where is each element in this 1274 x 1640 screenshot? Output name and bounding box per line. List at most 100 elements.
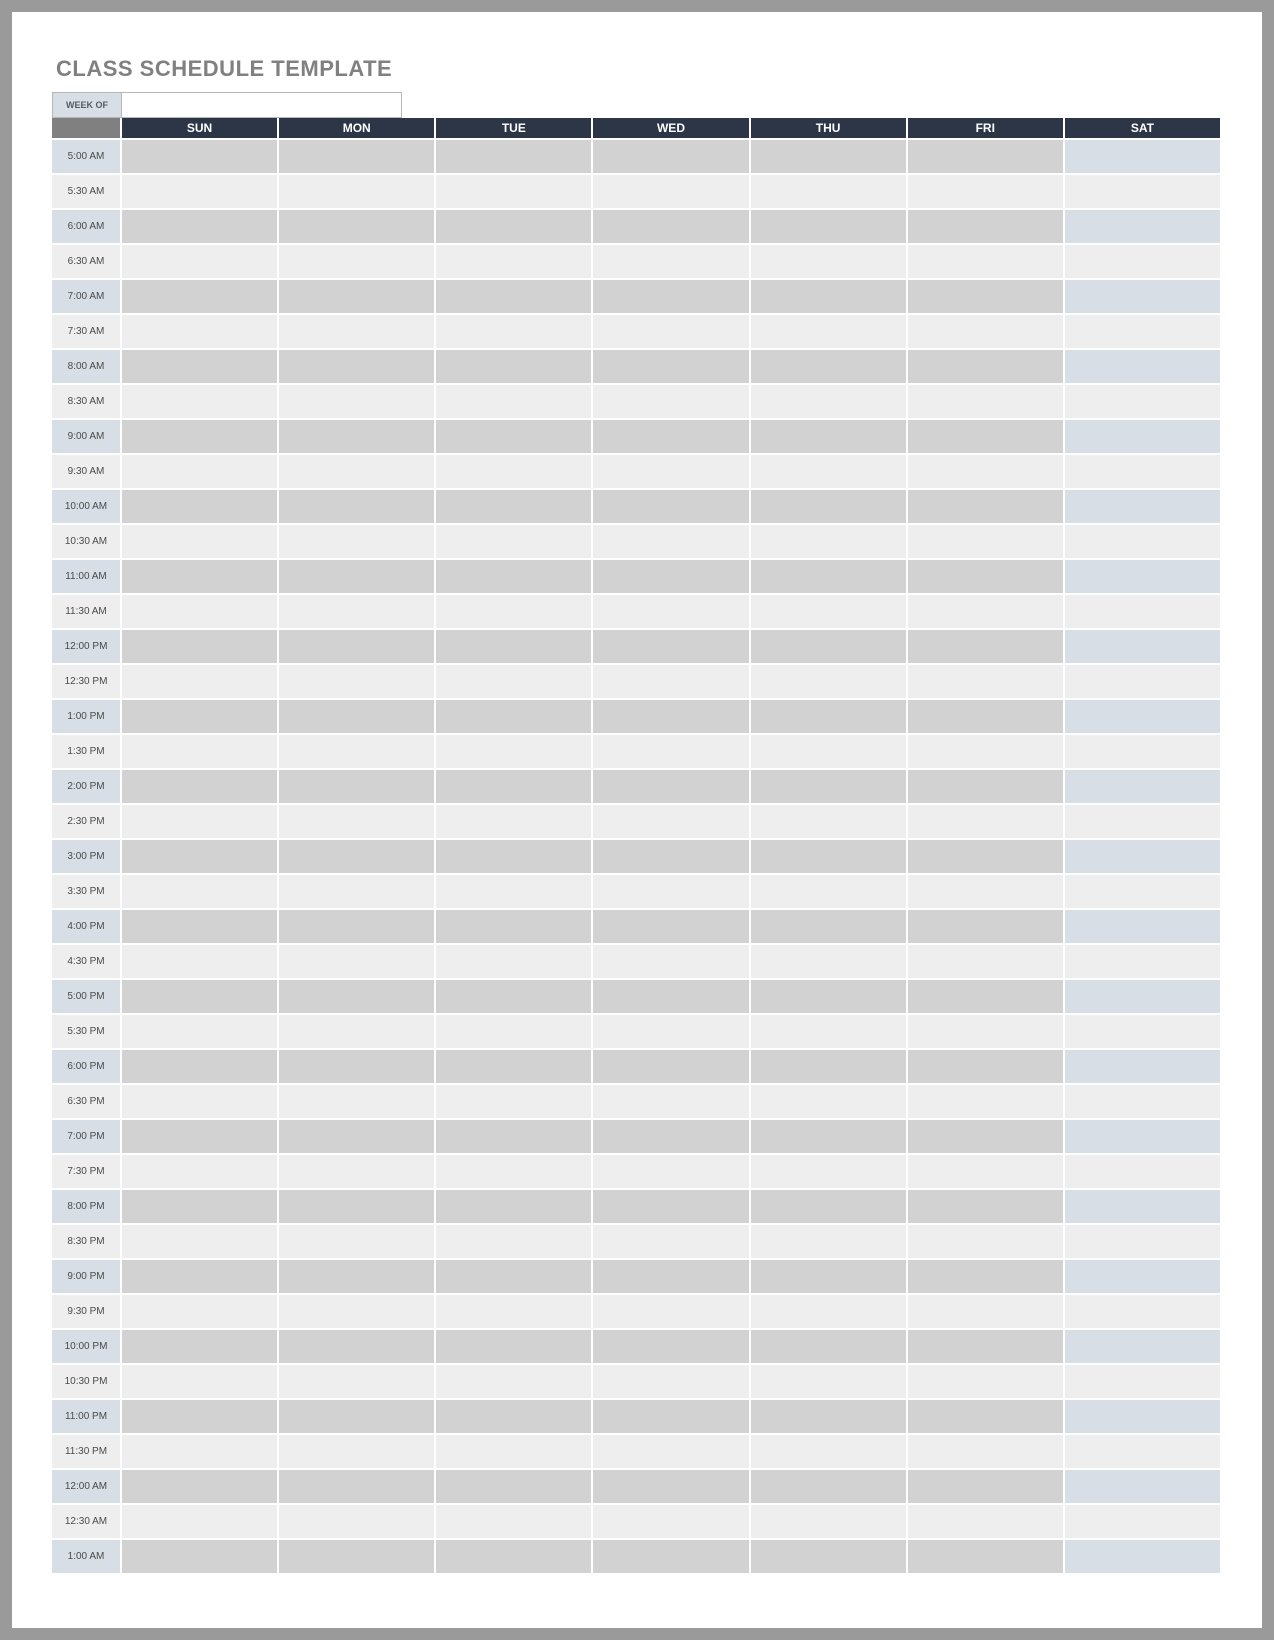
schedule-cell[interactable]: [751, 1225, 908, 1260]
schedule-cell[interactable]: [908, 1190, 1065, 1225]
schedule-cell[interactable]: [751, 490, 908, 525]
schedule-cell[interactable]: [593, 1365, 750, 1400]
schedule-cell[interactable]: [122, 595, 279, 630]
schedule-cell[interactable]: [593, 455, 750, 490]
schedule-cell[interactable]: [122, 1365, 279, 1400]
schedule-cell[interactable]: [122, 140, 279, 175]
schedule-cell[interactable]: [751, 770, 908, 805]
schedule-cell[interactable]: [908, 770, 1065, 805]
schedule-cell[interactable]: [436, 245, 593, 280]
schedule-cell[interactable]: [122, 770, 279, 805]
schedule-cell[interactable]: [279, 420, 436, 455]
schedule-cell[interactable]: [122, 1470, 279, 1505]
schedule-cell[interactable]: [908, 1330, 1065, 1365]
schedule-cell[interactable]: [1065, 1400, 1222, 1435]
schedule-cell[interactable]: [593, 770, 750, 805]
schedule-cell[interactable]: [908, 350, 1065, 385]
schedule-cell[interactable]: [122, 630, 279, 665]
schedule-cell[interactable]: [751, 735, 908, 770]
schedule-cell[interactable]: [751, 1540, 908, 1575]
schedule-cell[interactable]: [908, 595, 1065, 630]
schedule-cell[interactable]: [908, 1120, 1065, 1155]
schedule-cell[interactable]: [436, 945, 593, 980]
schedule-cell[interactable]: [1065, 1505, 1222, 1540]
schedule-cell[interactable]: [908, 700, 1065, 735]
schedule-cell[interactable]: [436, 385, 593, 420]
schedule-cell[interactable]: [593, 1050, 750, 1085]
schedule-cell[interactable]: [122, 1400, 279, 1435]
schedule-cell[interactable]: [279, 1120, 436, 1155]
schedule-cell[interactable]: [436, 1085, 593, 1120]
schedule-cell[interactable]: [122, 1295, 279, 1330]
schedule-cell[interactable]: [436, 490, 593, 525]
schedule-cell[interactable]: [279, 560, 436, 595]
schedule-cell[interactable]: [122, 560, 279, 595]
schedule-cell[interactable]: [908, 1085, 1065, 1120]
schedule-cell[interactable]: [908, 1365, 1065, 1400]
schedule-cell[interactable]: [1065, 175, 1222, 210]
schedule-cell[interactable]: [279, 245, 436, 280]
schedule-cell[interactable]: [279, 1400, 436, 1435]
schedule-cell[interactable]: [751, 840, 908, 875]
schedule-cell[interactable]: [279, 1470, 436, 1505]
schedule-cell[interactable]: [436, 140, 593, 175]
schedule-cell[interactable]: [908, 210, 1065, 245]
schedule-cell[interactable]: [279, 350, 436, 385]
schedule-cell[interactable]: [1065, 315, 1222, 350]
schedule-cell[interactable]: [593, 140, 750, 175]
schedule-cell[interactable]: [1065, 140, 1222, 175]
schedule-cell[interactable]: [436, 665, 593, 700]
schedule-cell[interactable]: [751, 630, 908, 665]
schedule-cell[interactable]: [122, 525, 279, 560]
schedule-cell[interactable]: [279, 700, 436, 735]
schedule-cell[interactable]: [279, 1540, 436, 1575]
schedule-cell[interactable]: [1065, 875, 1222, 910]
schedule-cell[interactable]: [751, 560, 908, 595]
schedule-cell[interactable]: [908, 980, 1065, 1015]
schedule-cell[interactable]: [593, 1260, 750, 1295]
schedule-cell[interactable]: [122, 1085, 279, 1120]
schedule-cell[interactable]: [908, 1505, 1065, 1540]
schedule-cell[interactable]: [908, 1295, 1065, 1330]
schedule-cell[interactable]: [751, 1365, 908, 1400]
schedule-cell[interactable]: [908, 1470, 1065, 1505]
schedule-cell[interactable]: [751, 140, 908, 175]
schedule-cell[interactable]: [279, 735, 436, 770]
schedule-cell[interactable]: [279, 595, 436, 630]
schedule-cell[interactable]: [593, 875, 750, 910]
schedule-cell[interactable]: [593, 1015, 750, 1050]
schedule-cell[interactable]: [436, 350, 593, 385]
schedule-cell[interactable]: [1065, 1540, 1222, 1575]
schedule-cell[interactable]: [908, 1260, 1065, 1295]
schedule-cell[interactable]: [751, 420, 908, 455]
schedule-cell[interactable]: [1065, 490, 1222, 525]
schedule-cell[interactable]: [908, 490, 1065, 525]
schedule-cell[interactable]: [436, 1155, 593, 1190]
schedule-cell[interactable]: [593, 700, 750, 735]
schedule-cell[interactable]: [751, 1295, 908, 1330]
schedule-cell[interactable]: [436, 1260, 593, 1295]
schedule-cell[interactable]: [593, 840, 750, 875]
schedule-cell[interactable]: [593, 945, 750, 980]
schedule-cell[interactable]: [122, 805, 279, 840]
schedule-cell[interactable]: [1065, 700, 1222, 735]
schedule-cell[interactable]: [436, 210, 593, 245]
schedule-cell[interactable]: [436, 280, 593, 315]
schedule-cell[interactable]: [1065, 840, 1222, 875]
schedule-cell[interactable]: [908, 280, 1065, 315]
schedule-cell[interactable]: [279, 1085, 436, 1120]
schedule-cell[interactable]: [1065, 1015, 1222, 1050]
schedule-cell[interactable]: [593, 630, 750, 665]
schedule-cell[interactable]: [593, 350, 750, 385]
schedule-cell[interactable]: [751, 1190, 908, 1225]
schedule-cell[interactable]: [436, 525, 593, 560]
schedule-cell[interactable]: [279, 1225, 436, 1260]
schedule-cell[interactable]: [436, 875, 593, 910]
schedule-cell[interactable]: [279, 490, 436, 525]
schedule-cell[interactable]: [751, 1470, 908, 1505]
schedule-cell[interactable]: [1065, 945, 1222, 980]
schedule-cell[interactable]: [122, 385, 279, 420]
schedule-cell[interactable]: [436, 560, 593, 595]
schedule-cell[interactable]: [1065, 1295, 1222, 1330]
schedule-cell[interactable]: [1065, 560, 1222, 595]
